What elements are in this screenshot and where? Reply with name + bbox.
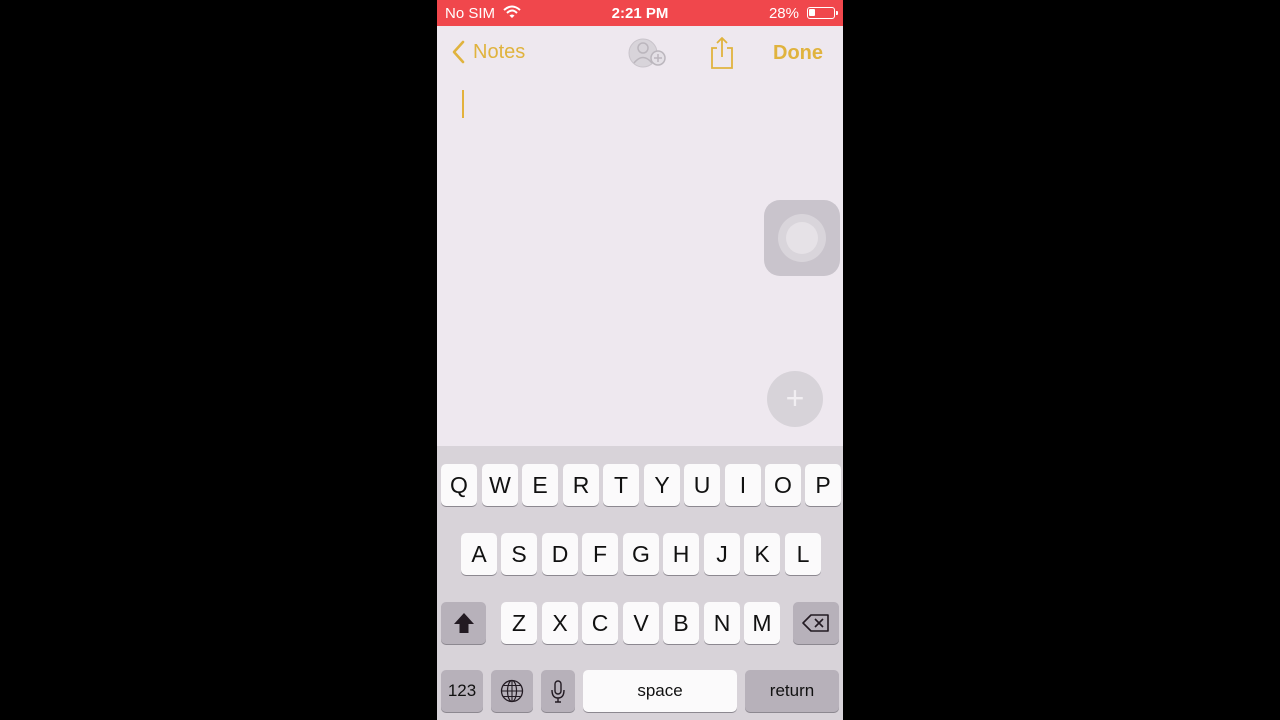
- key-w[interactable]: W: [482, 464, 518, 506]
- key-g[interactable]: G: [623, 533, 659, 575]
- status-bar: No SIM 2:21 PM 28%: [437, 0, 843, 26]
- key-f[interactable]: F: [582, 533, 618, 575]
- chevron-left-icon: [452, 40, 465, 64]
- key-l[interactable]: L: [785, 533, 821, 575]
- key-i[interactable]: I: [725, 464, 761, 506]
- done-button[interactable]: Done: [773, 42, 823, 65]
- battery-percent: 28%: [768, 5, 799, 22]
- shift-key[interactable]: [441, 602, 486, 644]
- battery-icon: [807, 7, 838, 19]
- key-h[interactable]: H: [663, 533, 699, 575]
- phone-screen: No SIM 2:21 PM 28% Notes Done + Q W E R …: [437, 0, 843, 720]
- key-s[interactable]: S: [501, 533, 537, 575]
- text-cursor[interactable]: [462, 90, 464, 118]
- dictation-key[interactable]: [541, 670, 575, 712]
- key-p[interactable]: P: [805, 464, 841, 506]
- key-r[interactable]: R: [563, 464, 599, 506]
- key-e[interactable]: E: [522, 464, 558, 506]
- key-o[interactable]: O: [765, 464, 801, 506]
- back-button[interactable]: Notes: [451, 40, 525, 64]
- key-b[interactable]: B: [663, 602, 699, 644]
- return-key[interactable]: return: [745, 670, 839, 712]
- add-button[interactable]: +: [767, 371, 823, 427]
- key-u[interactable]: U: [684, 464, 720, 506]
- assistive-touch-button[interactable]: [764, 200, 840, 276]
- key-t[interactable]: T: [603, 464, 639, 506]
- back-label: Notes: [473, 40, 526, 63]
- delete-key[interactable]: [793, 602, 839, 644]
- key-c[interactable]: C: [582, 602, 618, 644]
- key-d[interactable]: D: [542, 533, 578, 575]
- navigation-bar: Notes Done: [437, 26, 843, 80]
- share-icon[interactable]: [708, 35, 736, 71]
- key-q[interactable]: Q: [441, 464, 477, 506]
- shift-icon: [453, 613, 474, 633]
- key-m[interactable]: M: [744, 602, 780, 644]
- add-person-icon[interactable]: [627, 37, 671, 69]
- backspace-icon: [802, 614, 829, 632]
- numbers-key[interactable]: 123: [441, 670, 483, 712]
- key-k[interactable]: K: [744, 533, 780, 575]
- key-y[interactable]: Y: [644, 464, 680, 506]
- key-n[interactable]: N: [704, 602, 740, 644]
- space-key[interactable]: space: [583, 670, 737, 712]
- key-z[interactable]: Z: [501, 602, 537, 644]
- key-v[interactable]: V: [623, 602, 659, 644]
- microphone-icon: [551, 680, 565, 703]
- key-x[interactable]: X: [542, 602, 578, 644]
- key-j[interactable]: J: [704, 533, 740, 575]
- globe-icon: [500, 679, 524, 703]
- globe-key[interactable]: [491, 670, 533, 712]
- key-a[interactable]: A: [461, 533, 497, 575]
- keyboard: Q W E R T Y U I O P A S D F G H J K L Z …: [437, 446, 843, 720]
